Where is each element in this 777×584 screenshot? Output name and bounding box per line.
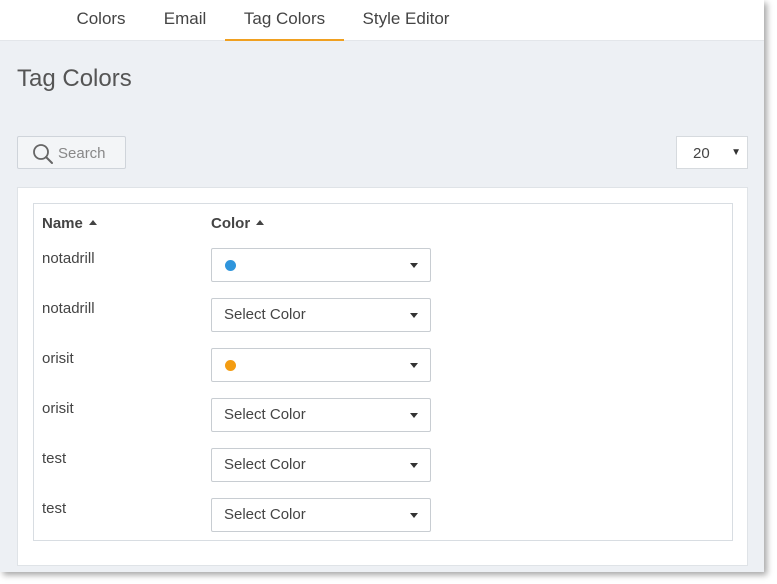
tab-bar: Colors Email Tag Colors Style Editor xyxy=(0,0,764,42)
column-header-name[interactable]: Name xyxy=(42,215,97,232)
tag-colors-table: Name Color notadrill notadrill Select Co… xyxy=(33,203,733,541)
chevron-down-icon xyxy=(410,263,418,268)
search-icon xyxy=(33,144,53,164)
color-select[interactable] xyxy=(211,248,431,282)
column-header-color-label: Color xyxy=(211,215,251,232)
row-name: test xyxy=(42,450,67,467)
sort-ascending-icon xyxy=(256,220,265,225)
row-name: notadrill xyxy=(42,300,95,317)
tab-tag-colors[interactable]: Tag Colors xyxy=(225,0,344,42)
color-select[interactable]: Select Color xyxy=(211,398,431,432)
row-name: orisit xyxy=(42,350,74,367)
color-select[interactable] xyxy=(211,348,431,382)
row-name: test xyxy=(42,500,67,517)
color-select[interactable]: Select Color xyxy=(211,298,431,332)
column-header-color[interactable]: Color xyxy=(211,215,265,232)
color-select-label: Select Color xyxy=(224,506,306,523)
sort-ascending-icon xyxy=(88,220,97,225)
tab-email[interactable]: Email xyxy=(150,0,220,40)
color-swatch xyxy=(225,360,236,371)
search-label: Search xyxy=(58,145,106,162)
tab-style-editor[interactable]: Style Editor xyxy=(352,0,460,40)
chevron-down-icon xyxy=(410,313,418,318)
color-select-label: Select Color xyxy=(224,456,306,473)
color-select[interactable]: Select Color xyxy=(211,448,431,482)
page-size-value: 20 xyxy=(693,145,710,162)
chevron-down-icon xyxy=(410,513,418,518)
table-panel: Name Color notadrill notadrill Select Co… xyxy=(17,187,748,566)
row-name: orisit xyxy=(42,400,74,417)
row-name: notadrill xyxy=(42,250,95,267)
page-size-select[interactable]: 20 ▼ xyxy=(676,136,748,169)
main-content: Tag Colors Search 20 ▼ Name Color notadr xyxy=(0,41,764,572)
chevron-down-icon xyxy=(410,363,418,368)
app-window: Colors Email Tag Colors Style Editor Tag… xyxy=(0,0,764,572)
page-title: Tag Colors xyxy=(17,65,132,92)
chevron-down-icon xyxy=(410,413,418,418)
chevron-down-icon: ▼ xyxy=(731,147,741,158)
tab-colors[interactable]: Colors xyxy=(62,0,140,40)
chevron-down-icon xyxy=(410,463,418,468)
color-select-label: Select Color xyxy=(224,406,306,423)
color-swatch xyxy=(225,260,236,271)
search-button[interactable]: Search xyxy=(17,136,126,169)
column-header-name-label: Name xyxy=(42,215,83,232)
color-select-label: Select Color xyxy=(224,306,306,323)
color-select[interactable]: Select Color xyxy=(211,498,431,532)
